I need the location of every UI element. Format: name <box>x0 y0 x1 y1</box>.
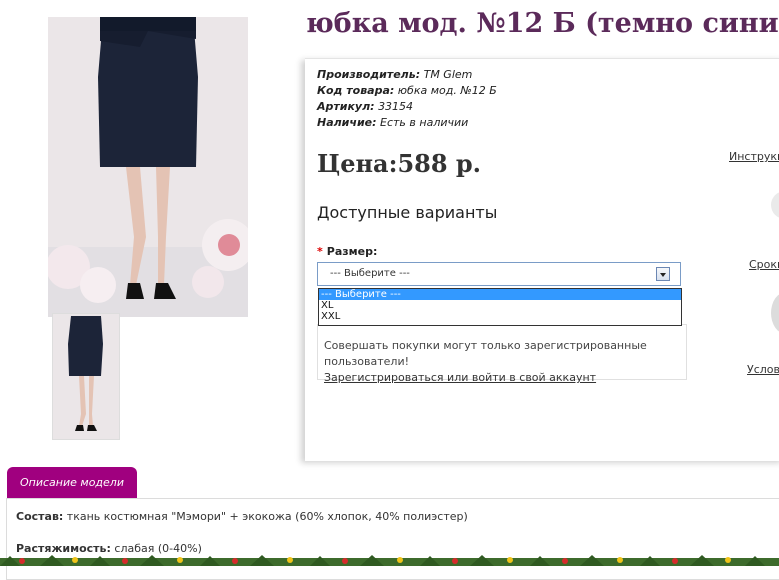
size-select[interactable]: --- Выберите --- <box>317 262 681 286</box>
register-login-link[interactable]: Зарегистрироваться или войти в свой акка… <box>324 371 596 384</box>
conditions-link[interactable]: Услов <box>747 363 779 376</box>
chevron-down-icon[interactable] <box>656 267 670 281</box>
skirt-thumbnail-image <box>53 314 119 439</box>
tab-description[interactable]: Описание модели <box>7 467 137 499</box>
login-notice: Совершать покупки могут только зарегистр… <box>317 324 687 384</box>
notice-text: Совершать покупки могут только зарегистр… <box>324 339 647 368</box>
product-price: Цена:588 р. <box>317 149 482 178</box>
product-title: юбка мод. №12 Б (темно синий) <box>306 8 779 39</box>
article-value: 33154 <box>378 100 414 113</box>
availability-label: Наличие: <box>317 116 377 129</box>
article-label: Артикул: <box>317 100 375 113</box>
product-info-panel: Производитель: TM Glem Код товара: юбка … <box>305 58 779 461</box>
size-option[interactable]: XXL <box>319 311 681 322</box>
required-mark: * <box>317 245 323 258</box>
product-meta: Производитель: TM Glem Код товара: юбка … <box>317 67 497 131</box>
garland-decoration <box>0 555 779 566</box>
product-thumbnail[interactable] <box>52 313 120 440</box>
composition-value: ткань костюмная "Мэмори" + экокожа (60% … <box>63 510 468 523</box>
product-main-image[interactable] <box>48 17 248 317</box>
size-options-list[interactable]: --- Выберите --- XL XXL <box>318 288 682 326</box>
size-label: * Размер: <box>317 245 377 258</box>
composition-label: Состав: <box>16 510 64 523</box>
size-option[interactable]: --- Выберите --- <box>319 289 681 300</box>
delivery-icon <box>771 292 779 334</box>
composition-row: Состав: ткань костюмная "Мэмори" + экоко… <box>16 510 468 523</box>
box-icon <box>771 191 779 219</box>
availability-value: Есть в наличии <box>380 116 469 129</box>
size-label-text: Размер: <box>326 245 378 258</box>
variants-heading: Доступные варианты <box>317 203 498 222</box>
description-panel: Состав: ткань костюмная "Мэмори" + экоко… <box>6 498 779 580</box>
code-label: Код товара: <box>317 84 395 97</box>
terms-link[interactable]: Сроки <box>749 258 779 271</box>
size-option[interactable]: XL <box>319 300 681 311</box>
manufacturer-label: Производитель: <box>317 68 421 81</box>
code-value: юбка мод. №12 Б <box>397 84 497 97</box>
skirt-photo <box>48 17 248 317</box>
manufacturer-value: TM Glem <box>423 68 473 81</box>
size-select-value: --- Выберите --- <box>330 268 410 279</box>
instructions-link[interactable]: Инструкц <box>729 150 779 163</box>
